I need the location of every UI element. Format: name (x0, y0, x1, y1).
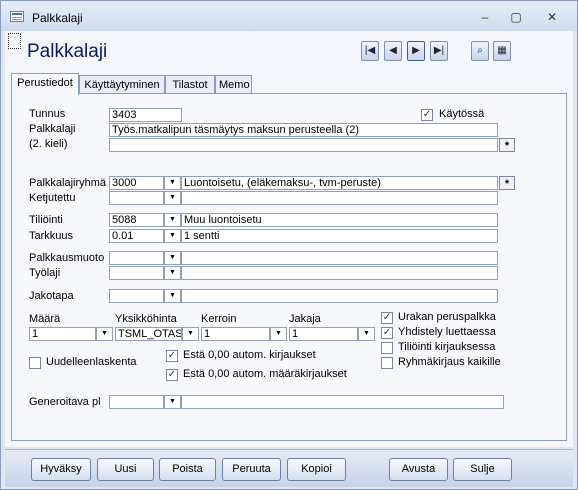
palkkausmuoto-description (181, 251, 498, 265)
esta-kirjaukset-label: Estä 0,00 autom. kirjaukset (183, 349, 316, 361)
hyvaksy-button[interactable]: Hyväksy (31, 458, 91, 481)
palkkalajiryhma-code-field[interactable]: 3000 (109, 176, 164, 190)
second-language-star-button[interactable]: * (499, 138, 515, 152)
generoitava-dropdown-icon[interactable]: ▼ (164, 395, 181, 409)
kopioi-button[interactable]: Kopioi (287, 458, 346, 481)
maara-label: Määrä (29, 313, 61, 325)
tyolaji-code-field[interactable] (109, 266, 164, 280)
tab-memo[interactable]: Memo (215, 75, 252, 94)
tarkkuus-dropdown-icon[interactable]: ▼ (164, 229, 181, 243)
tiliointi-kirjauksessa-checkbox[interactable] (381, 342, 393, 354)
uusi-button[interactable]: Uusi (97, 458, 154, 481)
tab-tilastot[interactable]: Tilastot (165, 75, 215, 94)
jakotapa-code-field[interactable] (109, 289, 164, 303)
tyolaji-dropdown-icon[interactable]: ▼ (164, 266, 181, 280)
palkkalajiryhma-dropdown-icon[interactable]: ▼ (164, 176, 181, 190)
second-language-label: (2. kieli) (29, 138, 68, 150)
tiliointi-kirjauksessa-label: Tiliöinti kirjauksessa (398, 341, 496, 353)
kaytossa-label: Käytössä (439, 108, 485, 120)
palkkalaji-field[interactable]: Työs.matkalipun täsmäytys maksun peruste… (109, 123, 498, 137)
tab-kayttaytyminen[interactable]: Käyttäytyminen (79, 75, 165, 94)
kerroin-label: Kerroin (201, 313, 237, 325)
jakaja-field[interactable]: 1 (289, 327, 358, 341)
window: Palkkalaji – ▢ ✕ Palkkalaji |◀ ◀ ▶ ▶| ⌕ … (0, 0, 578, 490)
tiliointi-description: Muu luontoisetu (181, 213, 498, 227)
record-selector[interactable] (8, 33, 21, 49)
yksikkohinta-label: Yksikköhinta (115, 313, 177, 325)
yksikkohinta-field[interactable]: TSML_OTAS (115, 327, 182, 341)
peruuta-button[interactable]: Peruuta (222, 458, 281, 481)
ketjutettu-dropdown-icon[interactable]: ▼ (164, 191, 181, 205)
jakaja-dropdown-icon[interactable]: ▼ (358, 327, 375, 341)
palkkalaji-label: Palkkalaji (29, 123, 76, 135)
tunnus-field[interactable]: 3403 (109, 108, 182, 122)
generoitava-label: Generoitava pl (29, 396, 101, 408)
jakotapa-description (181, 289, 498, 303)
second-language-field[interactable] (109, 138, 498, 152)
kerroin-field[interactable]: 1 (201, 327, 270, 341)
datasheet-icon[interactable]: ▦ (493, 41, 511, 61)
tiliointi-dropdown-icon[interactable]: ▼ (164, 213, 181, 227)
generoitava-code-field[interactable] (109, 395, 164, 409)
uudelleenlaskenta-checkbox[interactable] (29, 357, 41, 369)
kaytossa-checkbox[interactable]: ✓ (421, 109, 433, 121)
urakan-peruspalkka-label: Urakan peruspalkka (398, 311, 496, 323)
window-title: Palkkalaji (32, 11, 83, 25)
minimize-icon[interactable]: – (474, 9, 496, 25)
maximize-icon[interactable]: ▢ (505, 9, 527, 25)
palkkausmuoto-code-field[interactable] (109, 251, 164, 265)
last-record-button[interactable]: ▶| (430, 41, 448, 61)
esta-maarakirjaukset-checkbox[interactable]: ✓ (166, 369, 178, 381)
tarkkuus-code-field[interactable]: 0.01 (109, 229, 164, 243)
tarkkuus-label: Tarkkuus (29, 230, 74, 242)
avusta-button[interactable]: Avusta (389, 458, 448, 481)
jakaja-label: Jakaja (289, 313, 321, 325)
maara-dropdown-icon[interactable]: ▼ (96, 327, 113, 341)
jakotapa-label: Jakotapa (29, 290, 74, 302)
form-window-icon (10, 11, 24, 22)
poista-button[interactable]: Poista (159, 458, 216, 481)
esta-kirjaukset-checkbox[interactable]: ✓ (166, 350, 178, 362)
ryhmakirjaus-checkbox[interactable] (381, 357, 393, 369)
yhdistely-label: Yhdistely luettaessa (398, 326, 496, 338)
tarkkuus-description: 1 sentti (181, 229, 498, 243)
ketjutettu-code-field[interactable] (109, 191, 164, 205)
palkkausmuoto-label: Palkkausmuoto (29, 252, 105, 264)
tiliointi-label: Tiliöinti (29, 214, 63, 226)
palkkausmuoto-dropdown-icon[interactable]: ▼ (164, 251, 181, 265)
tab-perustiedot[interactable]: Perustiedot (11, 73, 79, 95)
ketjutettu-description (181, 191, 498, 205)
title-bar: Palkkalaji – ▢ ✕ (1, 1, 577, 31)
find-icon[interactable]: ⌕ (471, 41, 489, 61)
tyolaji-label: Työlaji (29, 267, 61, 279)
previous-record-button[interactable]: ◀ (384, 41, 402, 61)
esta-maarakirjaukset-label: Estä 0,00 autom. määräkirjaukset (183, 368, 347, 380)
sulje-button[interactable]: Sulje (453, 458, 512, 481)
uudelleenlaskenta-label: Uudelleenlaskenta (46, 356, 137, 368)
maara-field[interactable]: 1 (29, 327, 96, 341)
first-record-button[interactable]: |◀ (361, 41, 379, 61)
palkkalajiryhma-star-button[interactable]: * (499, 176, 515, 190)
yksikkohinta-dropdown-icon[interactable]: ▼ (182, 327, 199, 341)
next-record-button[interactable]: ▶ (407, 41, 425, 61)
close-icon[interactable]: ✕ (541, 9, 563, 25)
tunnus-label: Tunnus (29, 108, 66, 120)
tyolaji-description (181, 266, 498, 280)
ketjutettu-label: Ketjutettu (29, 192, 76, 204)
form-heading: Palkkalaji (27, 41, 108, 62)
kerroin-dropdown-icon[interactable]: ▼ (270, 327, 287, 341)
jakotapa-dropdown-icon[interactable]: ▼ (164, 289, 181, 303)
palkkalajiryhma-label: Palkkalajiryhmä (29, 177, 107, 189)
tiliointi-code-field[interactable]: 5088 (109, 213, 164, 227)
palkkalajiryhma-description: Luontoisetu, (eläkemaksu-, tvm-peruste) (181, 176, 498, 190)
generoitava-description (181, 395, 504, 409)
yhdistely-checkbox[interactable]: ✓ (381, 327, 393, 339)
ryhmakirjaus-label: Ryhmäkirjaus kaikille (398, 356, 501, 368)
urakan-peruspalkka-checkbox[interactable]: ✓ (381, 312, 393, 324)
